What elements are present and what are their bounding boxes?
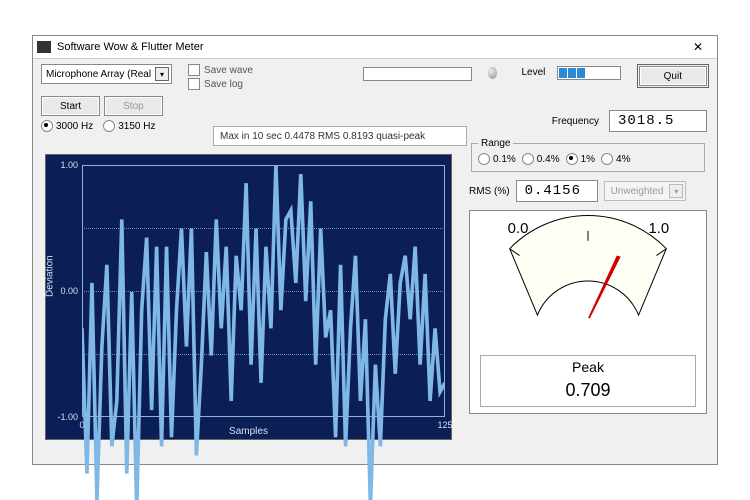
weighting-select[interactable]: Unweighted ▾ [604,181,687,201]
save-log-checkbox[interactable]: Save log [188,78,253,90]
save-log-label: Save log [204,79,243,90]
plot-area: 1.00 0.00 -1.00 0 125 [82,165,445,417]
meter-face-icon: 0.0 0.5 1.0 [470,211,706,360]
status-readout: Max in 10 sec 0.4478 RMS 0.8193 quasi-pe… [213,126,467,146]
save-wave-checkbox[interactable]: Save wave [188,64,253,76]
gauge-tick-lo: 0.0 [508,221,529,237]
quit-frame: Quit [637,64,709,88]
range-04-radio[interactable]: 0.4% [522,153,560,165]
range-label: Range [478,138,513,149]
radio-icon [566,153,578,165]
input-device-select[interactable]: Microphone Array (Real ▾ [41,64,172,84]
frequency-value: 3018.5 [609,110,707,132]
radio-icon [601,153,613,165]
peak-label: Peak [481,356,695,378]
range-opt-label: 0.1% [493,154,516,165]
radio-icon [478,153,490,165]
freq-3150-radio[interactable]: 3150 Hz [103,120,155,132]
input-device-value: Microphone Array (Real [46,69,151,80]
status-led-icon [488,67,497,79]
analog-meter: 0.0 0.5 1.0 Peak 0.709 [469,210,707,414]
ytick: 1.00 [60,160,78,170]
titlebar: Software Wow & Flutter Meter ✕ [33,36,717,59]
freq-3150-label: 3150 Hz [118,121,155,132]
radio-icon [103,120,115,132]
stop-button[interactable]: Stop [104,96,163,116]
window-title: Software Wow & Flutter Meter [57,41,683,53]
range-opt-label: 1% [581,154,595,165]
peak-box: Peak 0.709 [480,355,696,407]
ytick: 0.00 [60,286,78,296]
range-group: Range 0.1% 0.4% 1% 4% [471,138,705,172]
status-text: Max in 10 sec 0.4478 RMS 0.8193 quasi-pe… [220,131,425,142]
rms-value: 0.4156 [516,180,598,202]
close-icon[interactable]: ✕ [683,40,713,54]
radio-icon [41,120,53,132]
radio-icon [522,153,534,165]
app-icon [37,41,51,53]
save-wave-label: Save wave [204,65,253,76]
range-1-radio[interactable]: 1% [566,153,595,165]
range-radios: 0.1% 0.4% 1% 4% [478,153,698,165]
frequency-label: Frequency [552,116,599,127]
progress-bar [363,67,472,81]
range-opt-label: 4% [616,154,630,165]
chevron-down-icon: ▾ [669,184,683,198]
weighting-value: Unweighted [611,186,664,197]
chevron-down-icon: ▾ [155,67,169,81]
chart-ylabel: Deviation [45,255,56,297]
waveform-icon [82,165,445,500]
level-label: Level [521,67,545,78]
freq-3000-label: 3000 Hz [56,121,93,132]
rms-label: RMS (%) [469,186,510,197]
level-meter [557,66,620,80]
ytick: -1.00 [57,412,78,422]
peak-value: 0.709 [481,378,695,406]
app-window: Software Wow & Flutter Meter ✕ Microphon… [32,35,718,465]
range-4-radio[interactable]: 4% [601,153,630,165]
checkbox-icon [188,64,200,76]
start-button[interactable]: Start [41,96,100,116]
range-01-radio[interactable]: 0.1% [478,153,516,165]
gauge-tick-hi: 1.0 [648,221,669,237]
deviation-chart: Deviation Samples 1.00 0.00 -1.00 0 125 [45,154,452,440]
quit-button[interactable]: Quit [639,66,707,86]
screen: Software Wow & Flutter Meter ✕ Microphon… [0,0,750,500]
checkbox-icon [188,78,200,90]
freq-3000-radio[interactable]: 3000 Hz [41,120,93,132]
range-opt-label: 0.4% [537,154,560,165]
